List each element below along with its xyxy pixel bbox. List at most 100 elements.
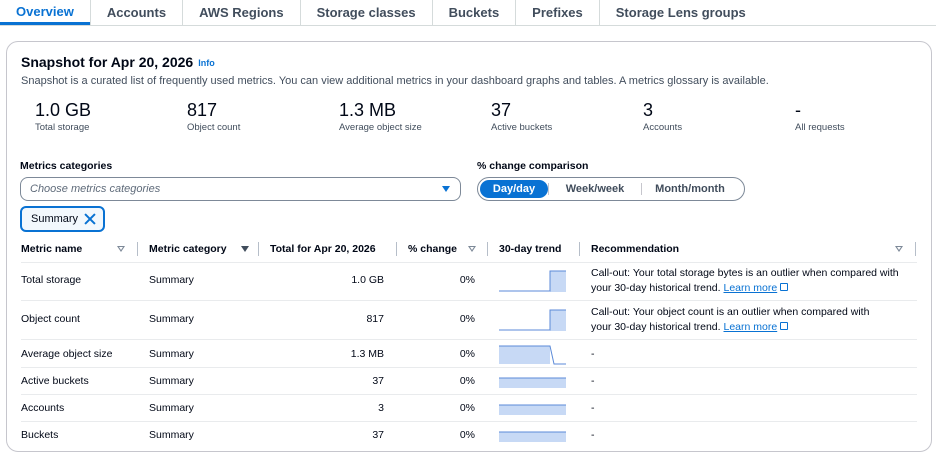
cell-change: 0%	[459, 429, 475, 441]
info-link[interactable]: Info	[198, 58, 215, 68]
recommendation-text: Call-out: Your object count is an outlie…	[591, 306, 870, 318]
header-text: Metric category	[149, 243, 227, 255]
column-header-change[interactable]: % change	[408, 236, 484, 262]
segment-week-week[interactable]: Week/week	[549, 180, 641, 198]
sort-icon[interactable]	[241, 246, 249, 252]
cell-recommendation: -	[591, 402, 595, 414]
tab-buckets[interactable]: Buckets	[431, 0, 516, 25]
token-label: Summary	[31, 213, 79, 225]
column-header-metric-category[interactable]: Metric category	[149, 236, 257, 262]
trend-sparkline	[499, 270, 566, 292]
cell-total: 3	[378, 402, 384, 414]
cell-total: 1.3 MB	[350, 348, 384, 360]
row-divider	[21, 421, 917, 422]
cell-recommendation: -	[591, 429, 595, 441]
kpi-value: -	[795, 100, 801, 120]
column-divider	[137, 242, 138, 256]
column-divider	[579, 242, 580, 256]
cell-metric-name: Buckets	[21, 429, 59, 441]
cell-recommendation: Call-out: Your total storage bytes is an…	[591, 266, 899, 296]
row-divider	[21, 394, 917, 395]
kpi-value: 1.0 GB	[35, 100, 92, 120]
cell-total: 817	[366, 313, 384, 325]
cell-metric-category: Summary	[149, 313, 194, 325]
trend-sparkline	[499, 377, 566, 388]
spark-fill	[499, 346, 550, 364]
tab-bar: Overview Accounts AWS Regions Storage cl…	[0, 0, 936, 26]
tab-prefixes[interactable]: Prefixes	[515, 0, 599, 25]
cell-metric-category: Summary	[149, 429, 194, 441]
spark-fill	[550, 310, 566, 331]
kpi-label: Total storage	[35, 122, 90, 133]
sort-icon[interactable]	[117, 246, 125, 252]
tab-storage-classes[interactable]: Storage classes	[299, 0, 432, 25]
kpi-value: 817	[187, 100, 218, 120]
header-divider	[21, 262, 917, 263]
cell-metric-name: Total storage	[21, 274, 82, 286]
sort-icon[interactable]	[895, 246, 903, 252]
snapshot-title: Snapshot for Apr 20, 2026 Info	[21, 54, 215, 70]
cell-recommendation: -	[591, 375, 595, 387]
snapshot-title-text: Snapshot for Apr 20, 2026	[21, 54, 194, 70]
kpi-label: Average object size	[339, 122, 422, 133]
kpi-label: All requests	[795, 122, 845, 133]
cell-metric-category: Summary	[149, 375, 194, 387]
kpi-value: 3	[643, 100, 654, 120]
column-header-total[interactable]: Total for Apr 20, 2026	[270, 236, 392, 262]
header-text: Metric name	[21, 243, 83, 255]
metrics-categories-placeholder: Choose metrics categories	[30, 183, 161, 195]
segment-month-month[interactable]: Month/month	[642, 180, 738, 198]
row-divider	[21, 300, 917, 301]
learn-more-link[interactable]: Learn more	[724, 321, 778, 333]
header-text: Total for Apr 20, 2026	[270, 243, 376, 255]
kpi-accounts: 3 Accounts	[643, 100, 793, 133]
cell-metric-name: Object count	[21, 313, 80, 325]
kpi-total-storage: 1.0 GB Total storage	[35, 100, 185, 133]
cell-metric-category: Summary	[149, 274, 194, 286]
external-link-icon	[780, 283, 789, 291]
cell-change: 0%	[459, 274, 475, 286]
cell-change: 0%	[459, 402, 475, 414]
metrics-categories-label: Metrics categories	[20, 160, 113, 172]
tab-accounts[interactable]: Accounts	[89, 0, 182, 25]
tab-aws-regions[interactable]: AWS Regions	[182, 0, 300, 25]
metrics-categories-select[interactable]: Choose metrics categories	[20, 177, 461, 201]
trend-sparkline	[499, 404, 566, 415]
kpi-object-count: 817 Object count	[187, 100, 337, 133]
spark-fill	[499, 378, 566, 388]
header-text: 30-day trend	[499, 243, 562, 255]
kpi-all-requests: - All requests	[795, 100, 936, 133]
trend-sparkline	[499, 345, 566, 365]
cell-metric-category: Summary	[149, 402, 194, 414]
learn-more-link[interactable]: Learn more	[724, 282, 778, 294]
cell-total: 37	[372, 429, 384, 441]
caret-down-icon	[442, 186, 450, 192]
sort-icon[interactable]	[468, 246, 476, 252]
kpi-label: Object count	[187, 122, 241, 133]
segment-day-day[interactable]: Day/day	[480, 180, 548, 198]
column-header-metric-name[interactable]: Metric name	[21, 236, 133, 262]
recommendation-text: your 30-day historical trend.	[591, 282, 721, 294]
recommendation-text: Call-out: Your total storage bytes is an…	[591, 267, 899, 279]
trend-sparkline	[499, 309, 566, 331]
kpi-average-object-size: 1.3 MB Average object size	[339, 100, 489, 133]
cell-metric-name: Active buckets	[21, 375, 89, 387]
cell-metric-name: Average object size	[21, 348, 113, 360]
column-divider	[258, 242, 259, 256]
tab-overview[interactable]: Overview	[0, 0, 90, 25]
cell-total: 1.0 GB	[351, 274, 384, 286]
filter-token-summary: Summary	[20, 206, 105, 232]
row-divider	[21, 339, 917, 340]
column-divider	[915, 242, 916, 256]
tab-storage-lens-groups[interactable]: Storage Lens groups	[598, 0, 762, 25]
change-comparison-label: % change comparison	[477, 160, 589, 172]
spark-fill	[499, 432, 566, 442]
spark-fill	[550, 271, 566, 292]
recommendation-text: your 30-day historical trend.	[591, 321, 721, 333]
kpi-value: 1.3 MB	[339, 100, 397, 120]
column-header-recommendation[interactable]: Recommendation	[591, 236, 911, 262]
dismiss-token-icon[interactable]	[84, 213, 96, 225]
cell-metric-name: Accounts	[21, 402, 65, 414]
spark-fill	[499, 405, 566, 415]
trend-sparkline	[499, 431, 566, 442]
